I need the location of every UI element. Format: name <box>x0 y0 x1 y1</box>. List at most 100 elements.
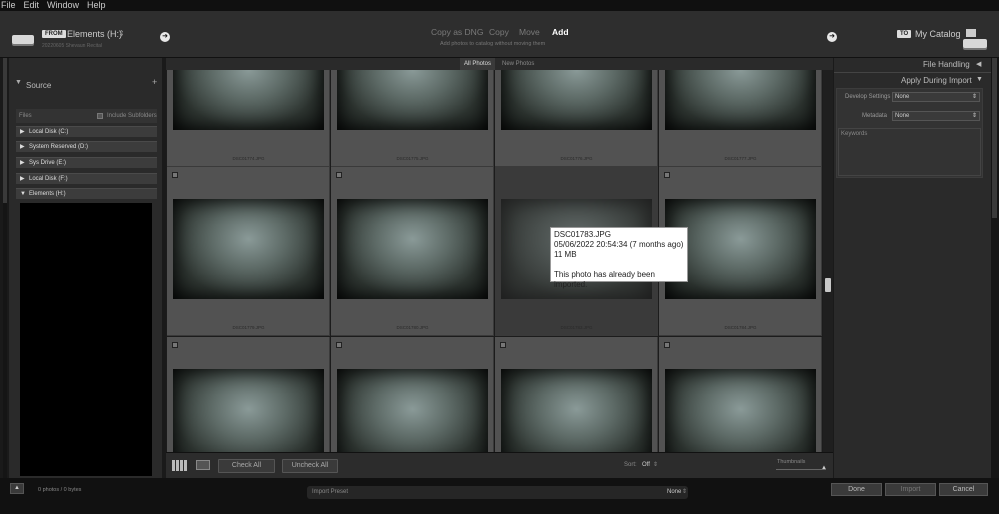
check-all-button[interactable]: Check All <box>218 459 275 473</box>
tab-new-photos[interactable]: New Photos <box>498 58 538 70</box>
mode-copy-as-dng[interactable]: Copy as DNG <box>431 27 483 37</box>
folder-tree[interactable] <box>20 203 152 476</box>
from-tag: FROM <box>42 30 66 38</box>
right-panel-scrollbar[interactable] <box>991 58 999 478</box>
include-subfolders-label: Include Subfolders <box>107 113 157 119</box>
menu-file[interactable]: File <box>1 0 16 11</box>
destination-name[interactable]: My Catalog <box>915 29 961 39</box>
grid-scrollbar[interactable] <box>823 70 833 452</box>
uncheck-all-button[interactable]: Uncheck All <box>282 459 338 473</box>
volume-sys-drive-e[interactable]: ▶ Sys Drive (E:) <box>16 157 157 168</box>
cancel-button[interactable]: Cancel <box>939 483 988 496</box>
keywords-input[interactable] <box>838 128 981 176</box>
expand-triangle-icon: ▶ <box>20 129 25 135</box>
volume-label: Local Disk (C:) <box>29 129 69 135</box>
develop-settings-select[interactable]: None ⇕ <box>892 92 980 102</box>
done-button[interactable]: Done <box>831 483 882 496</box>
thumbnail <box>665 369 816 452</box>
file-handling-title[interactable]: File Handling <box>923 60 970 69</box>
left-panel-scrollbar[interactable] <box>3 58 7 478</box>
volume-elements-h[interactable]: ▼ Elements (H:) <box>16 188 157 199</box>
metadata-row: Metadata None ⇕ <box>837 110 983 122</box>
select-arrows-icon: ⇕ <box>971 94 977 100</box>
tooltip-spacer <box>554 260 684 270</box>
tooltip-filename: DSC01783.JPG <box>554 230 611 239</box>
photo-cell[interactable]: DSC01775.JPG <box>331 70 494 167</box>
photo-checkbox[interactable] <box>172 342 178 348</box>
import-button[interactable]: Import <box>885 483 936 496</box>
menu-help[interactable]: Help <box>87 0 106 11</box>
sort-value[interactable]: Off <box>642 462 650 468</box>
include-subfolders-checkbox[interactable] <box>97 113 103 119</box>
photo-grid: DSC01774.JPG DSC01775.JPG DSC01776.JPG D… <box>167 70 823 452</box>
loupe-view-icon[interactable] <box>196 460 210 470</box>
photo-checkbox[interactable] <box>500 342 506 348</box>
filename-label: DSC01784.JPG <box>724 325 757 330</box>
volume-label: System Reserved (D:) <box>29 144 89 150</box>
import-preset-value[interactable]: None <box>667 489 681 495</box>
slider-handle-icon[interactable]: ▲ <box>821 465 827 471</box>
scroll-thumb[interactable] <box>825 278 831 292</box>
add-source-icon[interactable]: + <box>152 77 157 87</box>
volume-label: Elements (H:) <box>29 191 66 197</box>
apply-during-import-title[interactable]: Apply During Import <box>901 76 972 85</box>
menu-edit[interactable]: Edit <box>24 0 40 11</box>
expand-triangle-icon: ▶ <box>20 160 25 166</box>
expand-triangle-icon: ▶ <box>20 176 25 182</box>
import-preset-bar[interactable] <box>307 486 688 499</box>
mode-copy[interactable]: Copy <box>489 27 509 37</box>
grid-view-icon[interactable] <box>172 460 187 471</box>
develop-settings-row: Develop Settings None ⇕ <box>837 91 983 103</box>
thumbnail <box>173 199 324 299</box>
volume-system-reserved-d[interactable]: ▶ System Reserved (D:) <box>16 141 157 152</box>
menu-window[interactable]: Window <box>47 0 79 11</box>
mode-description: Add photos to catalog without moving the… <box>440 41 546 47</box>
photo-cell[interactable] <box>495 337 658 452</box>
photo-cell[interactable] <box>331 337 494 452</box>
expand-down-icon[interactable]: ▼ <box>976 76 983 83</box>
photo-checkbox[interactable] <box>664 342 670 348</box>
filename-label: DSC01774.JPG <box>232 156 265 161</box>
bottom-bar: ▲ 0 photos / 0 bytes Import Preset None … <box>0 478 999 514</box>
filename-label: DSC01777.JPG <box>724 156 757 161</box>
preset-dropdown-icon[interactable]: ⇕ <box>682 488 687 495</box>
photo-cell[interactable] <box>659 337 822 452</box>
photo-checkbox[interactable] <box>336 342 342 348</box>
filename-label: DSC01776.JPG <box>560 156 593 161</box>
thumbnail <box>665 70 816 130</box>
photo-cell[interactable]: DSC01779.JPG <box>167 167 330 336</box>
photo-checkbox[interactable] <box>336 172 342 178</box>
photo-cell[interactable]: DSC01774.JPG <box>167 70 330 167</box>
source-dropdown-icon[interactable]: ⇕ <box>118 29 125 38</box>
divider <box>834 72 991 73</box>
tooltip-note: This photo has already been imported. <box>554 270 655 289</box>
photo-cell[interactable]: DSC01776.JPG <box>495 70 658 167</box>
collapse-triangle-icon[interactable]: ▼ <box>15 79 22 86</box>
volume-local-disk-c[interactable]: ▶ Local Disk (C:) <box>16 126 157 137</box>
metadata-label: Metadata <box>862 113 888 119</box>
thumbnail-size-slider[interactable] <box>776 469 826 470</box>
tooltip-size: 11 MB <box>554 250 577 259</box>
mode-move[interactable]: Move <box>519 27 540 37</box>
thumbnail <box>501 369 652 452</box>
volume-local-disk-f[interactable]: ▶ Local Disk (F:) <box>16 173 157 184</box>
catalog-icon <box>966 29 976 37</box>
metadata-select[interactable]: None ⇕ <box>892 111 980 121</box>
import-preset-label: Import Preset <box>312 489 349 495</box>
develop-settings-label: Develop Settings <box>845 94 891 100</box>
photo-checkbox[interactable] <box>172 172 178 178</box>
collapse-left-icon[interactable]: ◀ <box>976 60 981 68</box>
photo-cell[interactable] <box>167 337 330 452</box>
photo-checkbox[interactable] <box>664 172 670 178</box>
expand-up-icon[interactable]: ▲ <box>10 483 24 494</box>
files-label: Files <box>19 113 32 119</box>
source-path: 20220605 Shevaun Recital <box>42 43 103 49</box>
sort-dropdown-icon[interactable]: ⇕ <box>653 461 658 468</box>
grid-toolbar: Check All Uncheck All Sort: Off ⇕ Thumbn… <box>166 452 833 478</box>
tab-all-photos[interactable]: All Photos <box>460 58 496 70</box>
volume-label: Sys Drive (E:) <box>29 160 67 166</box>
photo-cell[interactable]: DSC01780.JPG <box>331 167 494 336</box>
source-name[interactable]: Elements (H:) <box>67 29 122 39</box>
photo-cell[interactable]: DSC01777.JPG <box>659 70 822 167</box>
mode-add[interactable]: Add <box>552 27 569 37</box>
